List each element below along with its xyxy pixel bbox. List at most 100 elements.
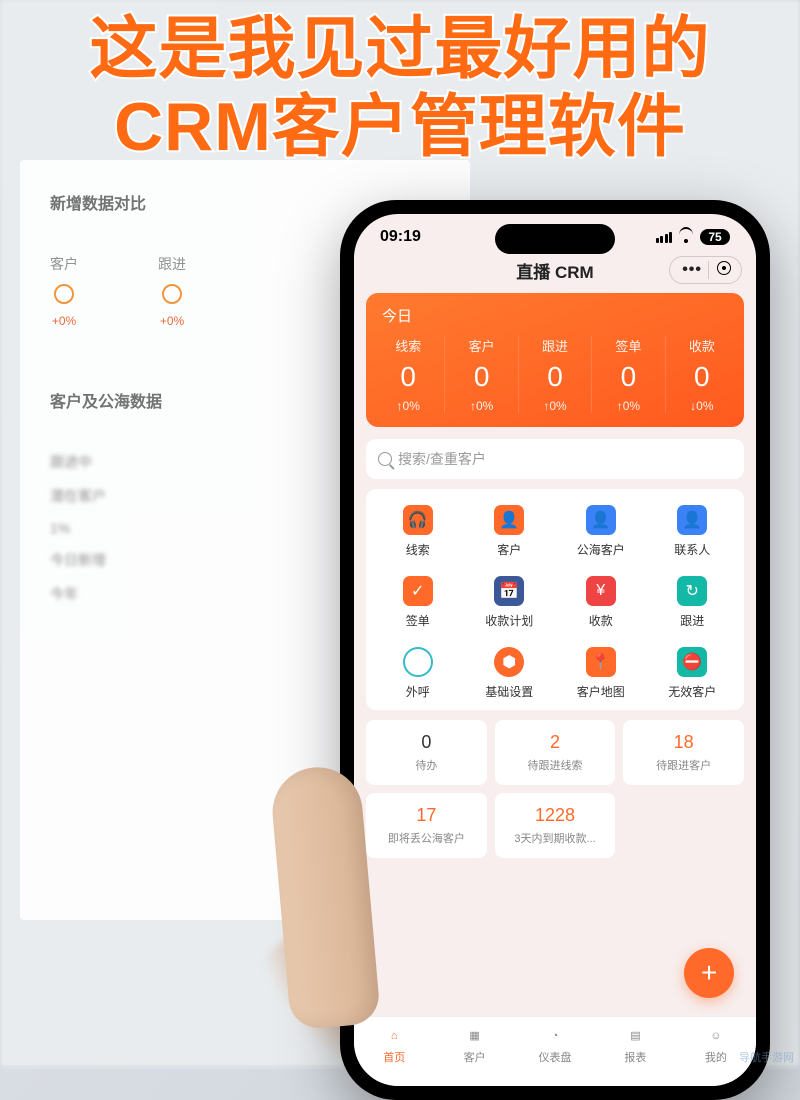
stat-col[interactable]: 客户 0 ↑0% [445, 336, 518, 413]
headline-line1: 这是我见过最好用的 [0, 10, 800, 88]
menu-item-线索[interactable]: 🎧 线索 [372, 505, 464, 558]
bg-col: 客户 +0% [50, 254, 78, 328]
stat-label: 收款 [666, 336, 738, 355]
tab-label: 客户 [464, 1049, 486, 1065]
bg-head: 跟进 [158, 254, 186, 274]
summary-value: 1228 [501, 805, 610, 826]
stat-label: 线索 [372, 336, 444, 355]
summary-value: 2 [501, 732, 610, 753]
menu-label: 跟进 [680, 612, 704, 629]
summary-card[interactable]: 18 待跟进客户 [623, 720, 744, 785]
summary-card[interactable]: 0 待办 [366, 720, 487, 785]
menu-icon: ⛔ [677, 647, 707, 677]
menu-item-客户地图[interactable]: 📍 客户地图 [555, 647, 647, 700]
stat-delta: ↑0% [372, 399, 444, 413]
menu-grid: 🎧 线索👤 客户👤 公海客户👤 联系人✓ 签单📅 收款计划¥ 收款↻ 跟进○ 外… [366, 489, 744, 710]
menu-item-跟进[interactable]: ↻ 跟进 [647, 576, 739, 629]
phone-frame: 09:19 75 直播 CRM ••• 今日 线索 0 ↑0%客户 0 [340, 200, 770, 1100]
summary-value: 18 [629, 732, 738, 753]
tab-仪表盘[interactable]: ◔ 仪表盘 [515, 1017, 595, 1072]
menu-item-联系人[interactable]: 👤 联系人 [647, 505, 739, 558]
stat-value: 0 [592, 361, 664, 393]
app-title: 直播 CRM [516, 258, 593, 283]
menu-label: 签单 [406, 612, 430, 629]
stat-value: 0 [372, 361, 444, 393]
summary-label: 待跟进线索 [501, 757, 610, 773]
stat-col[interactable]: 跟进 0 ↑0% [519, 336, 592, 413]
bg-pct: +0% [52, 314, 76, 328]
stat-col[interactable]: 收款 0 ↓0% [666, 336, 738, 413]
stat-value: 0 [519, 361, 591, 393]
today-stats-panel[interactable]: 今日 线索 0 ↑0%客户 0 ↑0%跟进 0 ↑0%签单 0 ↑0%收款 0 [366, 293, 744, 427]
miniprogram-controls[interactable]: ••• [669, 256, 742, 284]
menu-icon: ⬢ [494, 647, 524, 677]
stat-label: 客户 [445, 336, 517, 355]
menu-label: 外呼 [406, 683, 430, 700]
stats-title: 今日 [372, 305, 738, 326]
search-placeholder: 搜索/查重客户 [398, 449, 486, 469]
menu-icon: ↻ [677, 576, 707, 606]
menu-icon: 👤 [586, 505, 616, 535]
menu-icon: 🎧 [403, 505, 433, 535]
menu-label: 公海客户 [577, 541, 625, 558]
menu-icon: ✓ [403, 576, 433, 606]
menu-item-收款计划[interactable]: 📅 收款计划 [464, 576, 556, 629]
summary-cards: 0 待办2 待跟进线索18 待跟进客户17 即将丢公海客户1228 3天内到期收… [366, 720, 744, 858]
stat-delta: ↑0% [445, 399, 517, 413]
menu-label: 客户 [497, 541, 521, 558]
search-input[interactable]: 搜索/查重客户 [366, 439, 744, 479]
headline-line2: CRM客户管理软件 [0, 88, 800, 166]
menu-label: 收款计划 [485, 612, 533, 629]
summary-card[interactable]: 1228 3天内到期收款... [495, 793, 616, 858]
signal-icon [656, 232, 673, 243]
summary-label: 待办 [372, 757, 481, 773]
menu-icon: ○ [403, 647, 433, 677]
add-fab-button[interactable]: + [684, 948, 734, 998]
tab-icon: ⌂ [383, 1025, 405, 1047]
tab-首页[interactable]: ⌂ 首页 [354, 1017, 434, 1072]
tab-客户[interactable]: ▦ 客户 [434, 1017, 514, 1072]
stat-delta: ↑0% [519, 399, 591, 413]
tab-报表[interactable]: ▤ 报表 [595, 1017, 675, 1072]
summary-card[interactable]: 17 即将丢公海客户 [366, 793, 487, 858]
notch [495, 224, 615, 254]
tab-label: 首页 [383, 1049, 405, 1065]
menu-item-基础设置[interactable]: ⬢ 基础设置 [464, 647, 556, 700]
status-time: 09:19 [380, 228, 421, 246]
bg-head: 客户 [50, 254, 78, 274]
search-icon [378, 452, 392, 466]
summary-value: 17 [372, 805, 481, 826]
menu-item-公海客户[interactable]: 👤 公海客户 [555, 505, 647, 558]
headline-overlay: 这是我见过最好用的 CRM客户管理软件 [0, 10, 800, 166]
close-target-icon[interactable] [709, 260, 735, 280]
status-right: 75 [656, 229, 731, 245]
menu-item-签单[interactable]: ✓ 签单 [372, 576, 464, 629]
circle-icon [54, 284, 74, 304]
menu-item-无效客户[interactable]: ⛔ 无效客户 [647, 647, 739, 700]
menu-item-客户[interactable]: 👤 客户 [464, 505, 556, 558]
bg-pct: +0% [160, 314, 184, 328]
stat-value: 0 [445, 361, 517, 393]
stats-row: 线索 0 ↑0%客户 0 ↑0%跟进 0 ↑0%签单 0 ↑0%收款 0 [372, 336, 738, 413]
menu-label: 收款 [589, 612, 613, 629]
tab-label: 仪表盘 [539, 1049, 572, 1065]
summary-card[interactable]: 2 待跟进线索 [495, 720, 616, 785]
menu-item-外呼[interactable]: ○ 外呼 [372, 647, 464, 700]
more-icon[interactable]: ••• [676, 261, 709, 279]
menu-icon: 👤 [677, 505, 707, 535]
stat-col[interactable]: 线索 0 ↑0% [372, 336, 445, 413]
tab-icon: ◔ [544, 1025, 566, 1047]
tab-label: 我的 [705, 1049, 727, 1065]
summary-label: 待跟进客户 [629, 757, 738, 773]
bg-col: 跟进 +0% [158, 254, 186, 328]
stat-delta: ↓0% [666, 399, 738, 413]
stat-col[interactable]: 签单 0 ↑0% [592, 336, 665, 413]
menu-label: 联系人 [674, 541, 710, 558]
stat-delta: ↑0% [592, 399, 664, 413]
menu-label: 客户地图 [577, 683, 625, 700]
summary-label: 3天内到期收款... [501, 830, 610, 846]
stat-label: 签单 [592, 336, 664, 355]
menu-icon: ¥ [586, 576, 616, 606]
menu-item-收款[interactable]: ¥ 收款 [555, 576, 647, 629]
app-header: 直播 CRM ••• [354, 250, 756, 293]
